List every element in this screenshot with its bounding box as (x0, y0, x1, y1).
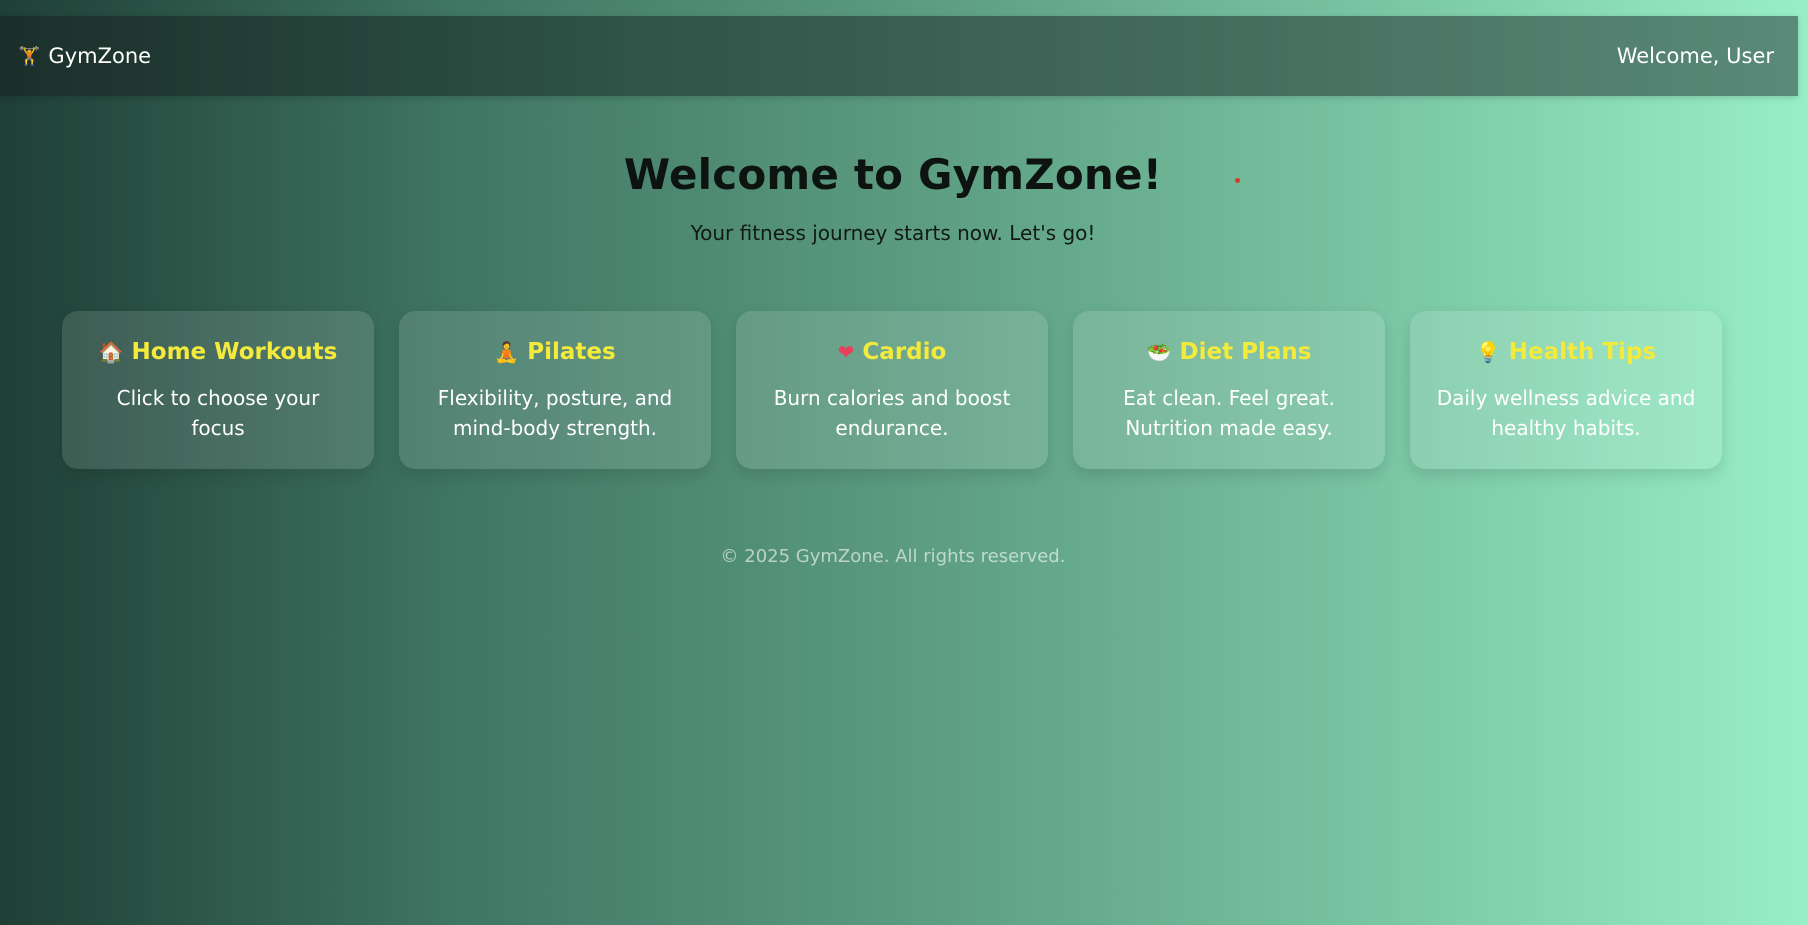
card-title: Health Tips (1508, 339, 1657, 365)
salad-bowl-icon: 🥗 (1146, 340, 1172, 364)
card-title: Home Workouts (131, 339, 338, 365)
card-title: Diet Plans (1179, 339, 1312, 365)
lightbulb-icon: 💡 (1475, 340, 1501, 364)
card-description: Eat clean. Feel great. Nutrition made ea… (1123, 386, 1335, 440)
card-description: Flexibility, posture, and mind-body stre… (437, 386, 673, 440)
card-title-row: 🥗 Diet Plans (1073, 339, 1385, 365)
page-title: Welcome to GymZone! (623, 150, 1163, 199)
card-cardio[interactable]: ❤ Cardio Burn calories and boost enduran… (736, 311, 1048, 469)
brand-link[interactable]: 🏋 GymZone (18, 44, 151, 68)
welcome-user-text: Welcome, User (1616, 44, 1774, 68)
hero-section: Welcome to GymZone! Your fitness journey… (0, 150, 1786, 245)
card-description: Burn calories and boost endurance. (773, 386, 1011, 440)
heart-icon: ❤ (837, 340, 855, 364)
dumbbell-icon: 🏋 (18, 45, 41, 67)
card-title-row: ❤ Cardio (736, 339, 1048, 365)
card-title: Cardio (862, 339, 947, 365)
house-icon: 🏠 (98, 340, 124, 364)
card-diet-plans[interactable]: 🥗 Diet Plans Eat clean. Feel great. Nutr… (1073, 311, 1385, 469)
card-home-workouts[interactable]: 🏠 Home Workouts Click to choose your foc… (62, 311, 374, 469)
brand-name: GymZone (48, 44, 152, 68)
card-health-tips[interactable]: 💡 Health Tips Daily wellness advice and … (1410, 311, 1722, 469)
card-title-row: 🏠 Home Workouts (62, 339, 374, 365)
feature-cards: 🏠 Home Workouts Click to choose your foc… (62, 311, 1722, 469)
card-title-row: 💡 Health Tips (1410, 339, 1722, 365)
cursor-dot (1235, 178, 1240, 183)
page-subtitle: Your fitness journey starts now. Let's g… (690, 221, 1096, 245)
meditation-icon: 🧘 (494, 340, 520, 364)
card-description: Daily wellness advice and healthy habits… (1436, 386, 1696, 440)
card-description: Click to choose your focus (116, 386, 320, 440)
top-navbar: 🏋 GymZone Welcome, User (0, 16, 1798, 96)
card-title-row: 🧘 Pilates (399, 339, 711, 365)
footer-copyright: © 2025 GymZone. All rights reserved. (720, 546, 1066, 567)
card-title: Pilates (527, 339, 616, 365)
card-pilates[interactable]: 🧘 Pilates Flexibility, posture, and mind… (399, 311, 711, 469)
